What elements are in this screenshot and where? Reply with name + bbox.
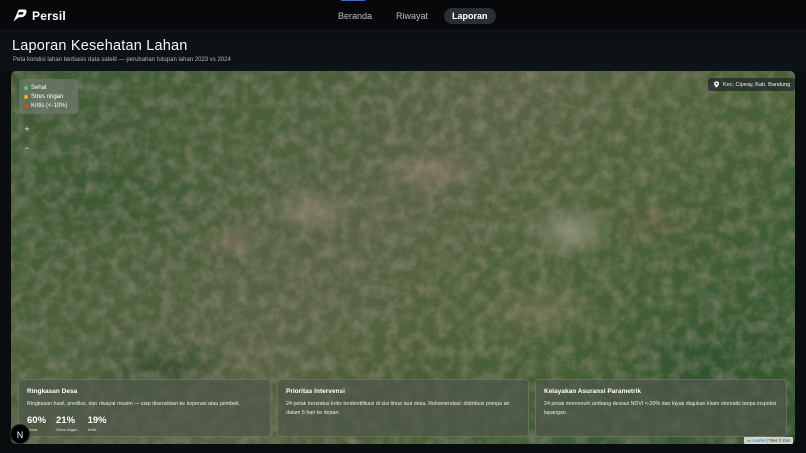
card-ringkasan-desa: Ringkasan Desa Ringkasan hasil, prediksi… <box>18 379 271 437</box>
map-zoom-controls: + − <box>20 122 34 155</box>
leaflet-link[interactable]: Leaflet <box>752 438 765 443</box>
legend-item-stres: Stres ringan <box>24 92 73 101</box>
map-attribution: ▭ Leaflet | Tiles © Esri <box>744 437 794 444</box>
leaflet-flag-icon: ▭ <box>747 438 752 443</box>
card-body: Ringkasan hasil, prediksi, dan riwayat m… <box>27 401 240 407</box>
legend-dot-icon <box>24 103 28 108</box>
stat-value: 19% <box>87 415 107 426</box>
legend-item-sehat: Sehat <box>24 83 73 92</box>
card-kelayakan-asuransi: Kelayakan Asuransi Parametrik 24 petak m… <box>535 379 787 437</box>
stat-kritis: 19% Kritis <box>88 415 107 432</box>
page-subtitle: Peta kondisi lahan berbasis data satelit… <box>13 57 231 63</box>
legend-label: Stres ringan <box>31 93 64 100</box>
tab-beranda[interactable]: Beranda <box>330 8 380 24</box>
persil-logo-icon <box>13 9 27 22</box>
page-title: Laporan Kesehatan Lahan <box>12 38 188 54</box>
attribution-text: | Tiles © Esri <box>766 438 791 443</box>
floating-action-button[interactable]: N <box>10 424 30 444</box>
location-text: Kec. Cipeay, Kab. Bandung <box>723 81 791 88</box>
card-body: 24 petak memenuhi ambang deviasi NDVI <-… <box>544 401 777 416</box>
zoom-in-button[interactable]: + <box>20 122 34 136</box>
tab-laporan[interactable]: Laporan <box>444 8 496 24</box>
top-bar: Persil Beranda Riwayat Laporan <box>0 0 806 31</box>
stat-label: Stres ringan <box>56 427 78 432</box>
stat-sehat: 60% Sehat <box>27 415 46 432</box>
card-body: 24 petak berstatus kritis teridentifikas… <box>286 401 510 416</box>
brand-name: Persil <box>32 8 66 23</box>
legend-dot-icon <box>24 94 28 99</box>
nav-active-indicator <box>341 0 365 1</box>
zoom-out-button[interactable]: − <box>20 141 34 155</box>
stat-value: 60% <box>27 415 47 426</box>
card-title: Ringkasan Desa <box>27 388 78 395</box>
stat-label: Kritis <box>87 427 97 432</box>
card-prioritas-intervensi: Prioritas Intervensi 24 petak berstatus … <box>277 379 529 437</box>
legend-label: Sehat <box>31 84 47 91</box>
brand[interactable]: Persil <box>11 7 66 24</box>
card-title: Prioritas Intervensi <box>286 388 345 395</box>
stat-value: 21% <box>56 415 76 426</box>
legend-item-kritis: Kritis (<-10%) <box>24 101 73 110</box>
main-nav: Beranda Riwayat Laporan <box>330 8 496 24</box>
legend-label: Kritis (<-10%) <box>31 102 68 109</box>
summary-stats: 60% Sehat 21% Stres ringan 19% Kritis <box>27 415 262 432</box>
card-title: Kelayakan Asuransi Parametrik <box>544 388 641 395</box>
location-badge: Kec. Cipeay, Kab. Bandung <box>708 78 796 91</box>
map-legend: Sehat Stres ringan Kritis (<-10%) <box>19 79 78 114</box>
stat-stres-ringan: 21% Stres ringan <box>56 415 78 432</box>
legend-dot-icon <box>24 85 28 90</box>
map-pin-icon <box>714 81 719 88</box>
tab-riwayat[interactable]: Riwayat <box>388 8 436 24</box>
